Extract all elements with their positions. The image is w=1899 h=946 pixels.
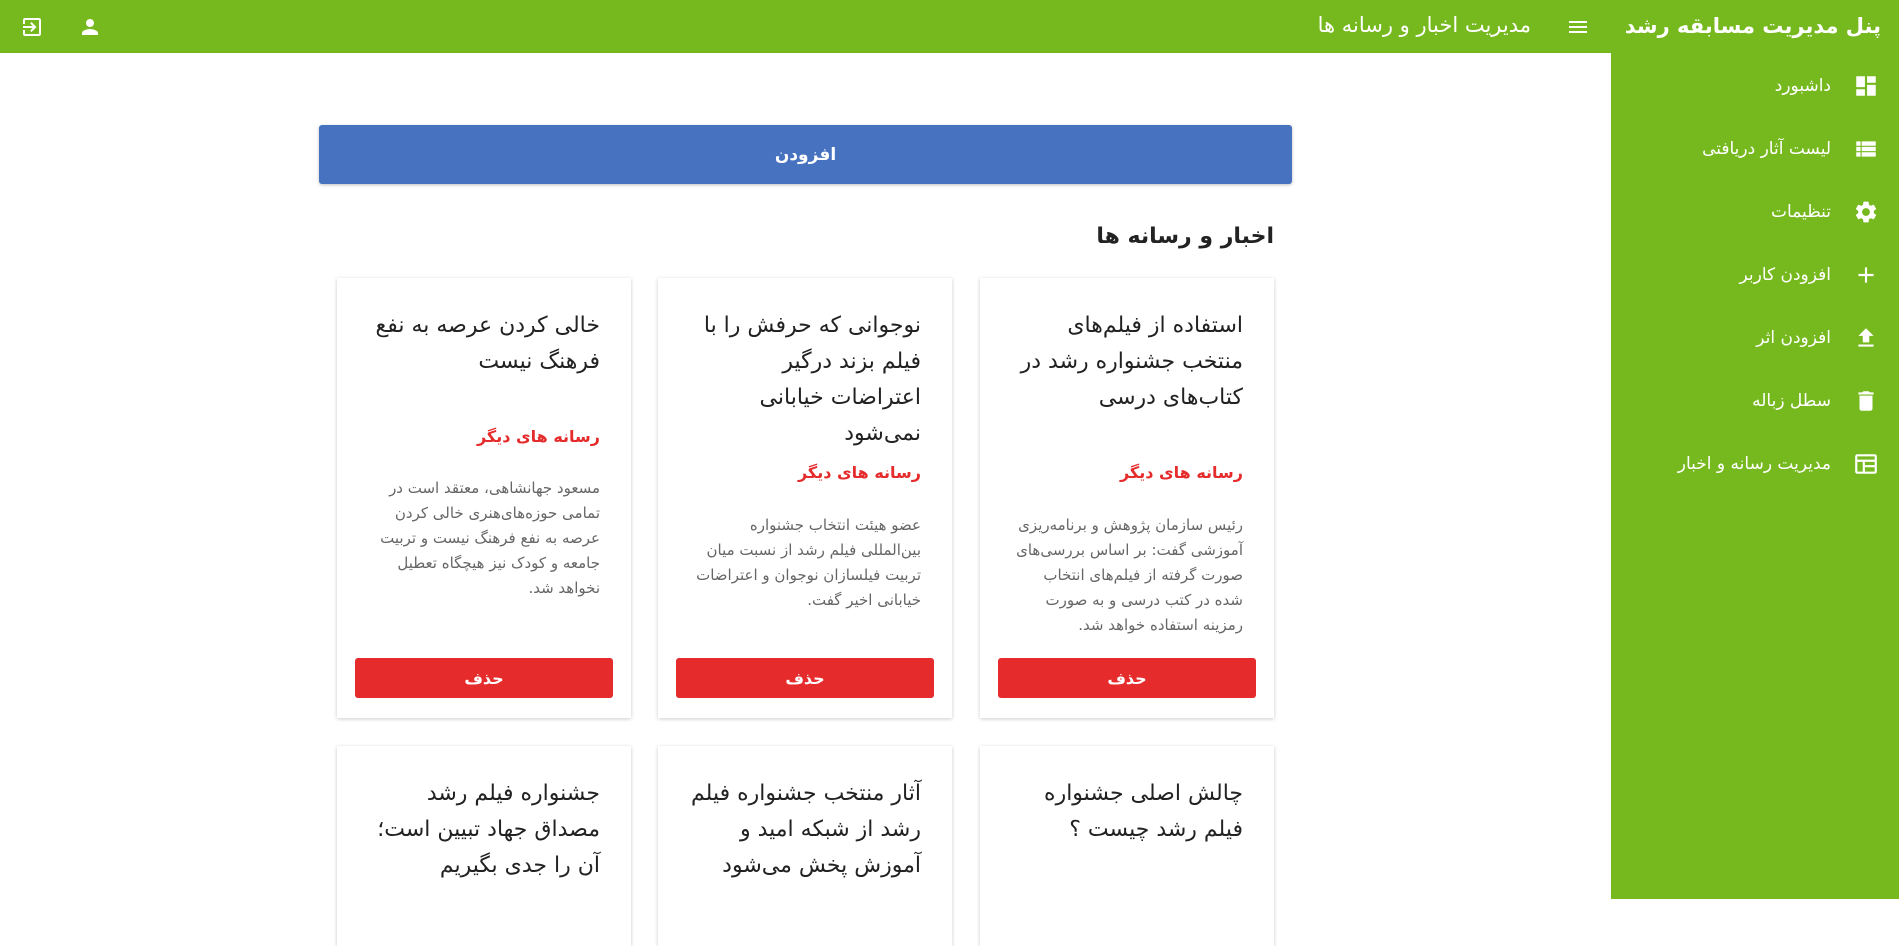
trash-icon [1851,386,1881,416]
card-text: عضو هیئت انتخاب جشنواره بین‌المللی فیلم … [696,516,921,609]
card-title[interactable]: چالش اصلی جشنواره فیلم رشد چیست ؟ [1011,776,1243,848]
sidebar-item-received-works[interactable]: لیست آثار دریافتی [1611,117,1899,180]
sidebar-item-label: سطل زباله [1752,390,1831,411]
list-icon [1851,134,1881,164]
card-category: رسانه های دیگر [1119,463,1243,482]
sidebar-item-label: افزودن اثر [1756,327,1831,348]
sidebar-item-label: داشبورد [1774,75,1831,96]
sidebar-nav: داشبورد لیست آثار دریافتی تنظیمات افزودن… [1611,53,1899,495]
card-title[interactable]: نوجوانی که حرفش را با فیلم بزند درگیر اع… [689,308,921,452]
sidebar-item-add-user[interactable]: افزودن کاربر [1611,243,1899,306]
sidebar-item-label: لیست آثار دریافتی [1702,138,1831,159]
news-card: آثار منتخب جشنواره فیلم رشد از شبکه امید… [658,746,952,946]
top-app-bar: مدیریت اخبار و رسانه ها [0,0,1611,53]
hamburger-menu-icon[interactable] [1563,12,1593,42]
sidebar-item-label: مدیریت رسانه و اخبار [1677,453,1831,474]
plus-icon [1851,260,1881,290]
card-title[interactable]: جشنواره فیلم رشد مصداق جهاد تبیین است؛ آ… [368,776,600,884]
sidebar-item-news-management[interactable]: مدیریت رسانه و اخبار [1611,432,1899,495]
news-icon [1851,449,1881,479]
sidebar-item-dashboard[interactable]: داشبورد [1611,54,1899,117]
add-button[interactable]: افزودن [319,125,1292,184]
delete-button[interactable]: حذف [676,658,934,698]
card-text: رئیس سازمان پژوهش و برنامه‌ریزی آموزشی گ… [1016,516,1243,634]
dashboard-icon [1851,71,1881,101]
topbar-actions [18,0,104,53]
card-category: رسانه های دیگر [476,427,600,446]
news-card: جشنواره فیلم رشد مصداق جهاد تبیین است؛ آ… [337,746,631,946]
sidebar-item-settings[interactable]: تنظیمات [1611,180,1899,243]
delete-button[interactable]: حذف [998,658,1256,698]
sidebar: پنل مدیریت مسابقه رشد داشبورد لیست آثار … [1611,0,1899,899]
news-card: استفاده از فیلم‌های منتخب جشنواره رشد در… [980,278,1274,718]
news-card: خالی کردن عرصه به نفع فرهنگ نیست رسانه ه… [337,278,631,718]
page-title: مدیریت اخبار و رسانه ها [1317,13,1531,37]
upload-icon [1851,323,1881,353]
logout-icon[interactable] [18,13,46,41]
gear-icon [1851,197,1881,227]
sidebar-item-trash[interactable]: سطل زباله [1611,369,1899,432]
sidebar-item-label: تنظیمات [1771,201,1831,222]
news-card: نوجوانی که حرفش را با فیلم بزند درگیر اع… [658,278,952,718]
card-title[interactable]: آثار منتخب جشنواره فیلم رشد از شبکه امید… [689,776,921,884]
brand-title: پنل مدیریت مسابقه رشد [1624,14,1881,38]
news-card: چالش اصلی جشنواره فیلم رشد چیست ؟ [980,746,1274,946]
card-title[interactable]: استفاده از فیلم‌های منتخب جشنواره رشد در… [1011,308,1243,416]
user-icon[interactable] [76,13,104,41]
card-title[interactable]: خالی کردن عرصه به نفع فرهنگ نیست [368,308,600,380]
sidebar-item-add-work[interactable]: افزودن اثر [1611,306,1899,369]
section-title: اخبار و رسانه ها [1096,224,1274,249]
delete-button[interactable]: حذف [355,658,613,698]
card-category: رسانه های دیگر [797,463,921,482]
card-text: مسعود جهانشاهی، معتقد است در تمامی حوزه‌… [380,479,600,597]
sidebar-item-label: افزودن کاربر [1739,264,1832,285]
